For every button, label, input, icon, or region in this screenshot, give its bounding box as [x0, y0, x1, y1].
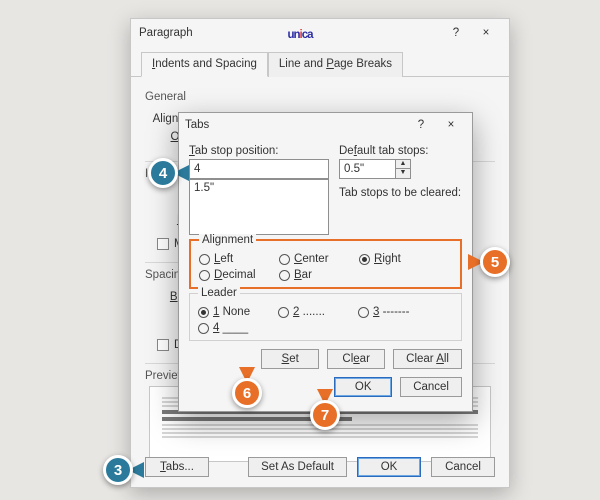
callout-badge-3: 3 [103, 455, 133, 485]
tabs-title: Tabs [185, 119, 209, 131]
align-right-radio[interactable]: Right [359, 253, 421, 265]
callout-badge-7: 7 [310, 400, 340, 430]
callout-badge-5: 5 [480, 247, 510, 277]
leader-group: Leader 1 None 2 ....... 3 ------- 4 ____ [189, 293, 462, 341]
paragraph-bottom-buttons: Tabs... Set As Default OK Cancel [145, 457, 495, 477]
close-button[interactable]: × [471, 21, 501, 45]
tabstop-pos-label: Tab stop position: [189, 145, 329, 157]
tabs-ok-button[interactable]: OK [334, 377, 392, 397]
tobe-cleared-label: Tab stops to be cleared: [339, 187, 462, 199]
set-default-button[interactable]: Set As Default [248, 457, 347, 477]
clear-button[interactable]: Clear [327, 349, 385, 369]
tabstop-list-item: 1.5" [194, 182, 214, 194]
tabs-cancel-button[interactable]: Cancel [400, 377, 462, 397]
tabs-titlebar: Tabs ? × [179, 113, 472, 137]
spin-up-icon[interactable]: ▲ [396, 160, 410, 169]
paragraph-titlebar: Paragraph ? × [131, 19, 509, 47]
mirror-checkbox[interactable] [157, 238, 169, 250]
align-bar-radio[interactable]: Bar [279, 269, 341, 281]
default-tabs-label: Default tab stops: [339, 145, 462, 157]
leader-4-radio[interactable]: 4 ____ [198, 322, 260, 334]
paragraph-tabs: Indents and Spacing Line and Page Breaks [131, 47, 509, 77]
set-button[interactable]: Set [261, 349, 319, 369]
tabstop-listbox[interactable]: 1.5" [189, 179, 329, 235]
callout-badge-6: 6 [232, 378, 262, 408]
default-tabs-spinner[interactable]: ▲▼ [339, 159, 462, 179]
tabs-dialog: Tabs ? × Tab stop position: 1.5" Default… [178, 112, 473, 412]
tabs-button[interactable]: Tabs... [145, 457, 209, 477]
alignment-group-label: Alignment [199, 234, 256, 246]
dontadd-checkbox[interactable] [157, 339, 169, 351]
clearall-button[interactable]: Clear All [393, 349, 462, 369]
tabs-help-button[interactable]: ? [406, 113, 436, 137]
leader-1-radio[interactable]: 1 None [198, 306, 260, 318]
section-general: General [145, 91, 495, 103]
paragraph-ok-button[interactable]: OK [357, 457, 421, 477]
tab-line-page-breaks[interactable]: Line and Page Breaks [268, 52, 403, 77]
alignment-group: Alignment Left Center Right Decimal Bar [189, 239, 462, 289]
tabs-body: Tab stop position: 1.5" Default tab stop… [179, 137, 472, 405]
tab-indents-spacing[interactable]: Indents and Spacing [141, 52, 268, 77]
align-center-radio[interactable]: Center [279, 253, 341, 265]
help-button[interactable]: ? [441, 21, 471, 45]
align-decimal-radio[interactable]: Decimal [199, 269, 261, 281]
tabs-mid-buttons: Set Clear Clear All [189, 349, 462, 369]
leader-2-radio[interactable]: 2 ....... [278, 306, 340, 318]
align-left-radio[interactable]: Left [199, 253, 261, 265]
spin-down-icon[interactable]: ▼ [396, 169, 410, 178]
paragraph-cancel-button[interactable]: Cancel [431, 457, 495, 477]
leader-3-radio[interactable]: 3 ------- [358, 306, 420, 318]
callout-badge-4: 4 [148, 158, 178, 188]
leader-group-label: Leader [198, 287, 240, 299]
tabstop-pos-input[interactable] [189, 159, 329, 179]
default-tabs-input[interactable] [339, 159, 395, 179]
paragraph-title: Paragraph [139, 19, 193, 47]
tabs-close-button[interactable]: × [436, 113, 466, 137]
